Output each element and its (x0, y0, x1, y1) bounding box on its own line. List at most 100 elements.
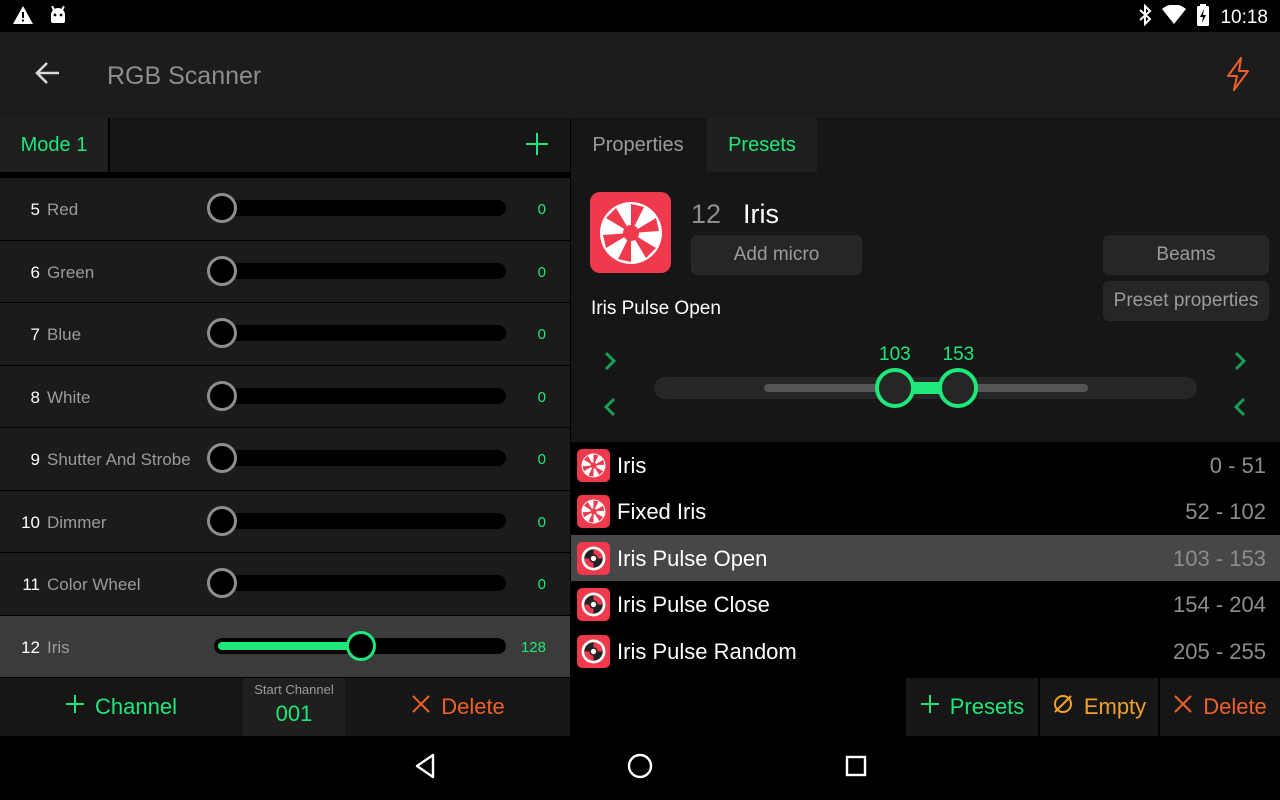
empty-button[interactable]: Empty (1040, 678, 1158, 736)
range-max-thumb[interactable] (938, 368, 979, 408)
channel-name: Color Wheel (47, 575, 141, 594)
preset-row[interactable]: Iris Pulse Open 103 - 153 (571, 534, 1280, 582)
channel-slider[interactable] (214, 630, 506, 661)
plus-icon (65, 694, 85, 720)
channel-value: 0 (537, 263, 546, 281)
channel-slider-thumb[interactable] (207, 568, 237, 598)
channel-slider[interactable] (207, 380, 506, 411)
back-button[interactable] (28, 57, 68, 93)
close-icon (411, 694, 431, 720)
presets-panel: Properties Presets 12 Iris Add micro Bea… (571, 118, 1280, 736)
preset-row[interactable]: Iris Pulse Random 205 - 255 (571, 627, 1280, 674)
channel-slider[interactable] (207, 505, 506, 536)
channel-list: 5 Red 0 6 Green 0 7 Blue 0 8 White 0 9 Shutter And St… (0, 178, 570, 678)
status-bar: 10:18 (0, 0, 1280, 32)
channel-slider[interactable] (207, 568, 506, 598)
preset-name: Fixed Iris (617, 499, 707, 525)
iris-icon (590, 192, 671, 273)
mode-tab[interactable]: Mode 1 (0, 118, 110, 172)
range-max-label: 153 (942, 344, 975, 365)
channel-slider-thumb[interactable] (207, 443, 237, 473)
channel-name: Shutter And Strobe (47, 450, 191, 469)
arrow-back-icon (35, 61, 61, 90)
channel-value: 0 (537, 326, 546, 343)
flash-button[interactable] (1216, 54, 1260, 98)
channel-row[interactable]: 5 Red 0 (0, 178, 570, 240)
range-max-increase-button[interactable] (1228, 351, 1252, 375)
chevron-left-icon (1233, 397, 1247, 422)
channel-row[interactable]: 11 Color Wheel 0 (0, 553, 570, 615)
channels-panel: Mode 1 5 Red 0 6 Green 0 7 Blue 0 8 White 0 9 Shutter… (0, 118, 570, 736)
preset-range: 103 - 153 (1173, 545, 1266, 571)
channel-row[interactable]: 6 Green 0 (0, 240, 570, 302)
channel-slider-thumb[interactable] (207, 193, 237, 223)
add-preset-label: Presets (949, 694, 1025, 719)
delete-preset-button[interactable]: Delete (1160, 678, 1280, 736)
add-micro-button[interactable]: Add micro (691, 235, 862, 275)
add-channel-button[interactable]: Channel (0, 678, 242, 736)
empty-set-icon (1052, 693, 1074, 721)
preset-list: Iris 0 - 51 Fixed Iris 52 - 102 Iris Pulse O… (571, 442, 1280, 674)
channel-name: Iris (47, 637, 70, 657)
channel-row[interactable]: 7 Blue 0 (0, 303, 570, 365)
channel-slider[interactable] (207, 443, 506, 473)
range-min-thumb[interactable] (874, 368, 915, 408)
channel-slider-thumb[interactable] (207, 380, 237, 411)
preset-number: 12 (691, 199, 722, 229)
iris-pulse-icon (577, 634, 610, 668)
preset-properties-button[interactable]: Preset properties (1103, 281, 1269, 321)
channel-slider-thumb[interactable] (345, 630, 376, 661)
range-min-increase-button[interactable] (598, 351, 622, 375)
preset-name: Iris (743, 199, 779, 229)
channel-slider-thumb[interactable] (207, 505, 237, 536)
channel-name: Red (47, 200, 79, 219)
add-mode-button[interactable] (517, 126, 557, 166)
channel-slider[interactable] (207, 318, 506, 348)
preset-row[interactable]: Fixed Iris 52 - 102 (571, 488, 1280, 535)
bluetooth-icon (1138, 3, 1152, 31)
channel-slider[interactable] (207, 255, 506, 286)
channel-row[interactable]: 9 Shutter And Strobe 0 (0, 428, 570, 490)
tab-properties[interactable]: Properties (571, 118, 705, 172)
range-slider[interactable] (654, 368, 1197, 408)
channel-value: 128 (520, 638, 546, 656)
beams-button[interactable]: Beams (1103, 235, 1269, 275)
channel-row[interactable]: 8 White 0 (0, 365, 570, 427)
preset-row[interactable]: Iris Pulse Close 154 - 204 (571, 581, 1280, 628)
range-max-decrease-button[interactable] (1228, 397, 1252, 421)
channel-slider[interactable] (207, 193, 506, 223)
channel-slider-thumb[interactable] (207, 318, 237, 348)
preset-header: 12 Iris Add micro Beams Preset propertie… (571, 172, 1280, 442)
tab-presets[interactable]: Presets (707, 118, 817, 172)
start-channel-field[interactable]: Start Channel 001 (243, 678, 345, 736)
channel-row[interactable]: 10 Dimmer 0 (0, 490, 570, 552)
add-channel-label: Channel (95, 694, 177, 719)
start-channel-value: 001 (275, 701, 313, 726)
channel-row[interactable]: 12 Iris 128 (0, 615, 570, 677)
range-min-decrease-button[interactable] (598, 397, 622, 421)
channel-value: 0 (537, 576, 546, 593)
chevron-right-icon (603, 351, 617, 376)
mode-bar: Mode 1 (0, 118, 570, 172)
channel-number: 8 (30, 387, 40, 407)
range-min-label: 103 (879, 344, 911, 365)
range-slider-area: 103 153 (571, 342, 1280, 442)
nav-home-button[interactable] (622, 750, 658, 786)
preset-range: 205 - 255 (1173, 638, 1266, 664)
nav-back-button[interactable] (407, 750, 443, 786)
flash-icon (1224, 56, 1252, 96)
warning-icon (12, 5, 34, 30)
left-bottom-bar: Channel Start Channel 001 Delete (0, 678, 570, 736)
channel-slider-thumb[interactable] (207, 255, 237, 286)
preset-row[interactable]: Iris 0 - 51 (571, 442, 1280, 489)
app-bar: RGB Scanner (0, 32, 1280, 118)
chevron-right-icon (1233, 351, 1247, 376)
delete-channel-button[interactable]: Delete (346, 678, 570, 736)
empty-label: Empty (1083, 694, 1147, 719)
iris-icon (577, 449, 610, 482)
channel-number: 7 (30, 325, 40, 344)
preset-name: Iris Pulse Close (617, 592, 770, 618)
nav-recents-button[interactable] (838, 750, 874, 786)
add-preset-button[interactable]: Presets (906, 678, 1038, 736)
recents-square-icon (844, 754, 868, 783)
